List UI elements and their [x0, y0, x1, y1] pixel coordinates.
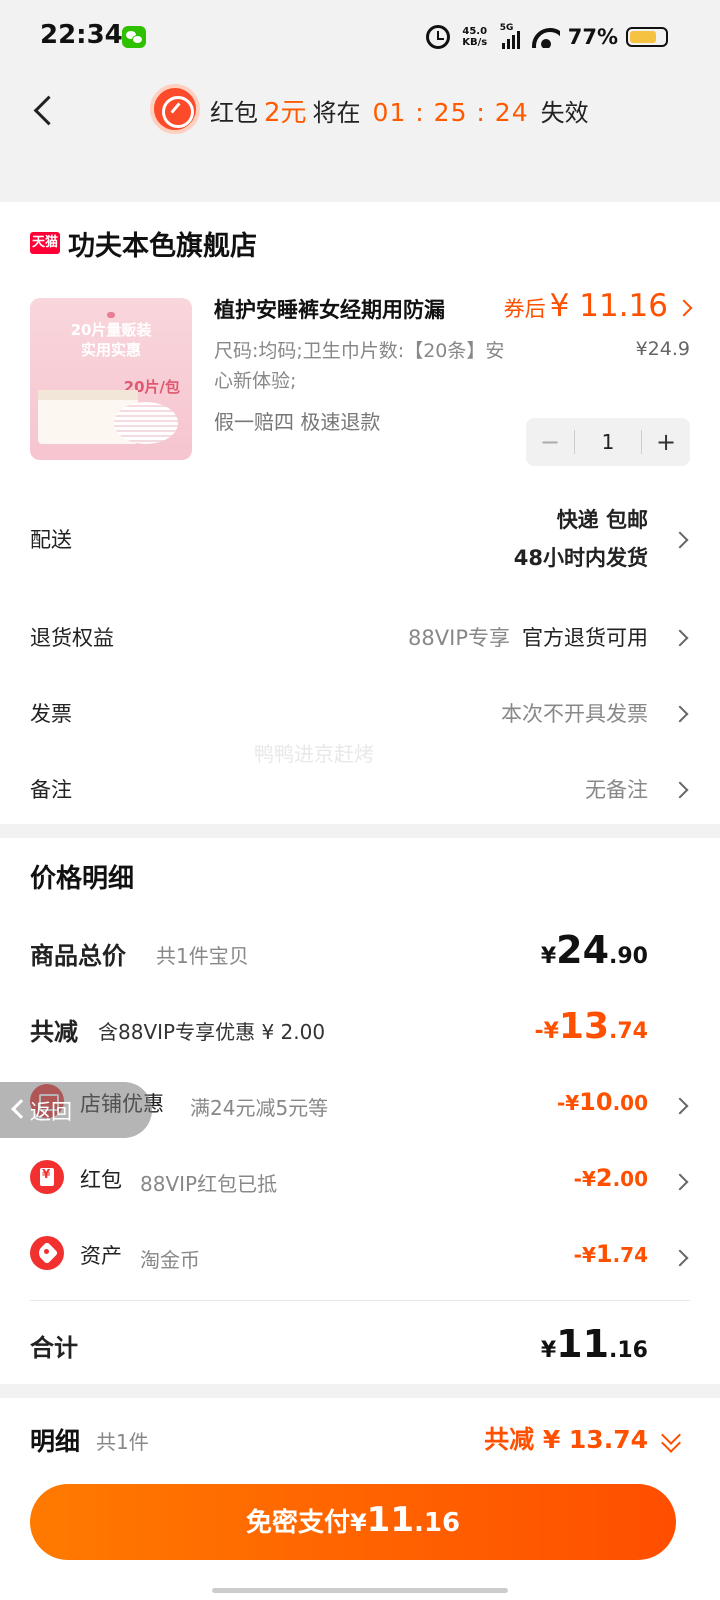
product-image[interactable]: 20片量贩装 实用实惠 20片/包	[30, 298, 192, 460]
total-reduce-sub: 含88VIP专享优惠 ¥ 2.00	[98, 1020, 326, 1044]
coupon-price-value: ¥ 11.16	[549, 288, 668, 324]
total-amount: ¥11.16	[540, 1322, 648, 1366]
chevron-right-icon	[671, 1097, 689, 1115]
return-value-text: 官方退货可用	[522, 626, 648, 650]
coupon-price[interactable]: 券后 ¥ 11.16	[504, 288, 668, 324]
note-value[interactable]: 无备注	[585, 774, 648, 804]
red-packet-amount: 2元	[264, 98, 307, 128]
floating-back-button[interactable]: 返回	[0, 1082, 152, 1138]
pay-button[interactable]: 免密支付 ¥11.16	[30, 1484, 676, 1560]
page-header: 红包 2元 将在 01 : 25 : 24 失效	[0, 72, 720, 170]
chevron-right-icon	[671, 629, 689, 647]
asset-sub: 淘金币	[140, 1248, 200, 1272]
return-vip: 88VIP专享	[408, 626, 510, 650]
countdown-timer: 01 : 25 : 24	[372, 98, 529, 127]
total-label: 合计	[30, 1334, 78, 1362]
network-speed-value: 45.0	[462, 26, 488, 37]
goods-total-label: 商品总价	[30, 942, 126, 970]
pay-amount-int: 11	[366, 1500, 414, 1540]
countdown-suffix: 失效	[540, 99, 589, 127]
status-time: 22:34	[40, 20, 123, 50]
battery-icon	[626, 27, 668, 47]
note-label: 备注	[30, 778, 72, 802]
watermark: 鸭鸭进京赶烤	[254, 742, 374, 766]
asset-amount[interactable]: -¥ 1.74	[574, 1240, 648, 1268]
chevron-left-icon	[11, 1099, 31, 1119]
quantity-value[interactable]: 1	[574, 430, 642, 454]
product-image-text-2: 实用实惠	[80, 341, 141, 359]
goods-total-amount: ¥24.90	[540, 928, 648, 972]
shop-discount-amount[interactable]: -¥ 10.00	[557, 1088, 648, 1116]
bottom-bar: 明细 共1件 共减 ¥ 13.74 免密支付 ¥11.16	[0, 1398, 720, 1600]
timer-icon	[150, 84, 200, 134]
red-packet-label[interactable]: 红包	[80, 1164, 122, 1194]
original-price: ¥24.9	[635, 338, 690, 360]
price-detail-title: 价格明细	[30, 864, 135, 894]
cellular-signal-icon: 5G	[500, 23, 524, 49]
coupon-price-label: 券后	[503, 297, 546, 321]
red-packet-countdown: 红包 2元 将在 01 : 25 : 24 失效	[210, 92, 589, 129]
battery-percent: 77%	[567, 25, 618, 49]
quantity-stepper: − 1 +	[526, 418, 690, 466]
return-label: 退货权益	[30, 626, 114, 650]
product-sku[interactable]: 尺码:均码;卫生巾片数:【20条】安心新体验;	[214, 336, 514, 396]
invoice-value[interactable]: 本次不开具发票	[501, 698, 648, 728]
pay-currency: ¥	[349, 1509, 367, 1537]
tmall-logo: 天猫	[30, 232, 60, 254]
shop-discount-sub: 满24元减5元等	[190, 1096, 329, 1120]
red-packet-sub: 88VIP红包已抵	[140, 1172, 278, 1196]
chevron-right-icon	[671, 705, 689, 723]
section-divider	[0, 186, 720, 202]
product-service-tags: 假一赔四 极速退款	[214, 410, 381, 434]
countdown-prefix: 红包	[210, 99, 258, 127]
alarm-icon	[425, 25, 450, 49]
quantity-plus-button[interactable]: +	[642, 428, 690, 456]
delivery-time[interactable]: 48小时内发货	[514, 542, 648, 572]
store-name[interactable]: 功夫本色旗舰店	[68, 224, 257, 263]
divider-line	[30, 1300, 690, 1301]
red-packet-icon	[30, 1160, 64, 1194]
chevron-right-icon	[671, 781, 689, 799]
product-image-text-1: 20片量贩装	[70, 321, 152, 339]
countdown-middle: 将在	[312, 99, 361, 127]
detail-label[interactable]: 明细	[30, 1422, 80, 1458]
chevron-right-icon	[675, 299, 693, 317]
delivery-method[interactable]: 快递 包邮	[557, 504, 648, 534]
quantity-minus-button[interactable]: −	[526, 428, 574, 456]
bottom-total-reduce[interactable]: 共减 ¥ 13.74	[484, 1420, 648, 1456]
status-bar: 22:34 45.0 KB/s 5G 77%	[0, 0, 720, 72]
floating-back-label: 返回	[30, 1100, 72, 1124]
total-reduce-amount: -¥ 13.74	[534, 1006, 648, 1047]
wechat-notification-icon	[122, 26, 146, 48]
pay-button-text: 免密支付	[245, 1508, 350, 1538]
red-packet-amount[interactable]: -¥ 2.00	[574, 1164, 648, 1192]
wifi-icon	[531, 26, 560, 48]
goods-total-sub: 共1件宝贝	[156, 944, 249, 968]
status-icons: 45.0 KB/s 5G 77%	[425, 22, 668, 52]
asset-label[interactable]: 资产	[80, 1240, 122, 1270]
total-reduce-label: 共减	[30, 1018, 78, 1046]
product-title[interactable]: 植护安睡裤女经期用防漏	[214, 294, 486, 324]
order-card: 天猫 功夫本色旗舰店 20片量贩装 实用实惠 20片/包 植护安睡裤女经期用防漏…	[0, 202, 720, 824]
chevron-right-icon	[671, 1173, 689, 1191]
item-count: 共1件	[96, 1430, 149, 1454]
home-indicator	[212, 1588, 508, 1593]
back-button[interactable]	[26, 92, 62, 128]
network-speed-unit: KB/s	[462, 37, 488, 48]
delivery-label: 配送	[30, 528, 72, 552]
return-value[interactable]: 88VIP专享 官方退货可用	[408, 622, 648, 652]
chevron-right-icon	[671, 1249, 689, 1267]
pay-amount-dec: .16	[413, 1508, 461, 1538]
network-speed: 45.0 KB/s	[458, 26, 492, 48]
invoice-label: 发票	[30, 702, 72, 726]
chevron-right-icon	[671, 531, 689, 549]
asset-icon	[30, 1236, 64, 1270]
